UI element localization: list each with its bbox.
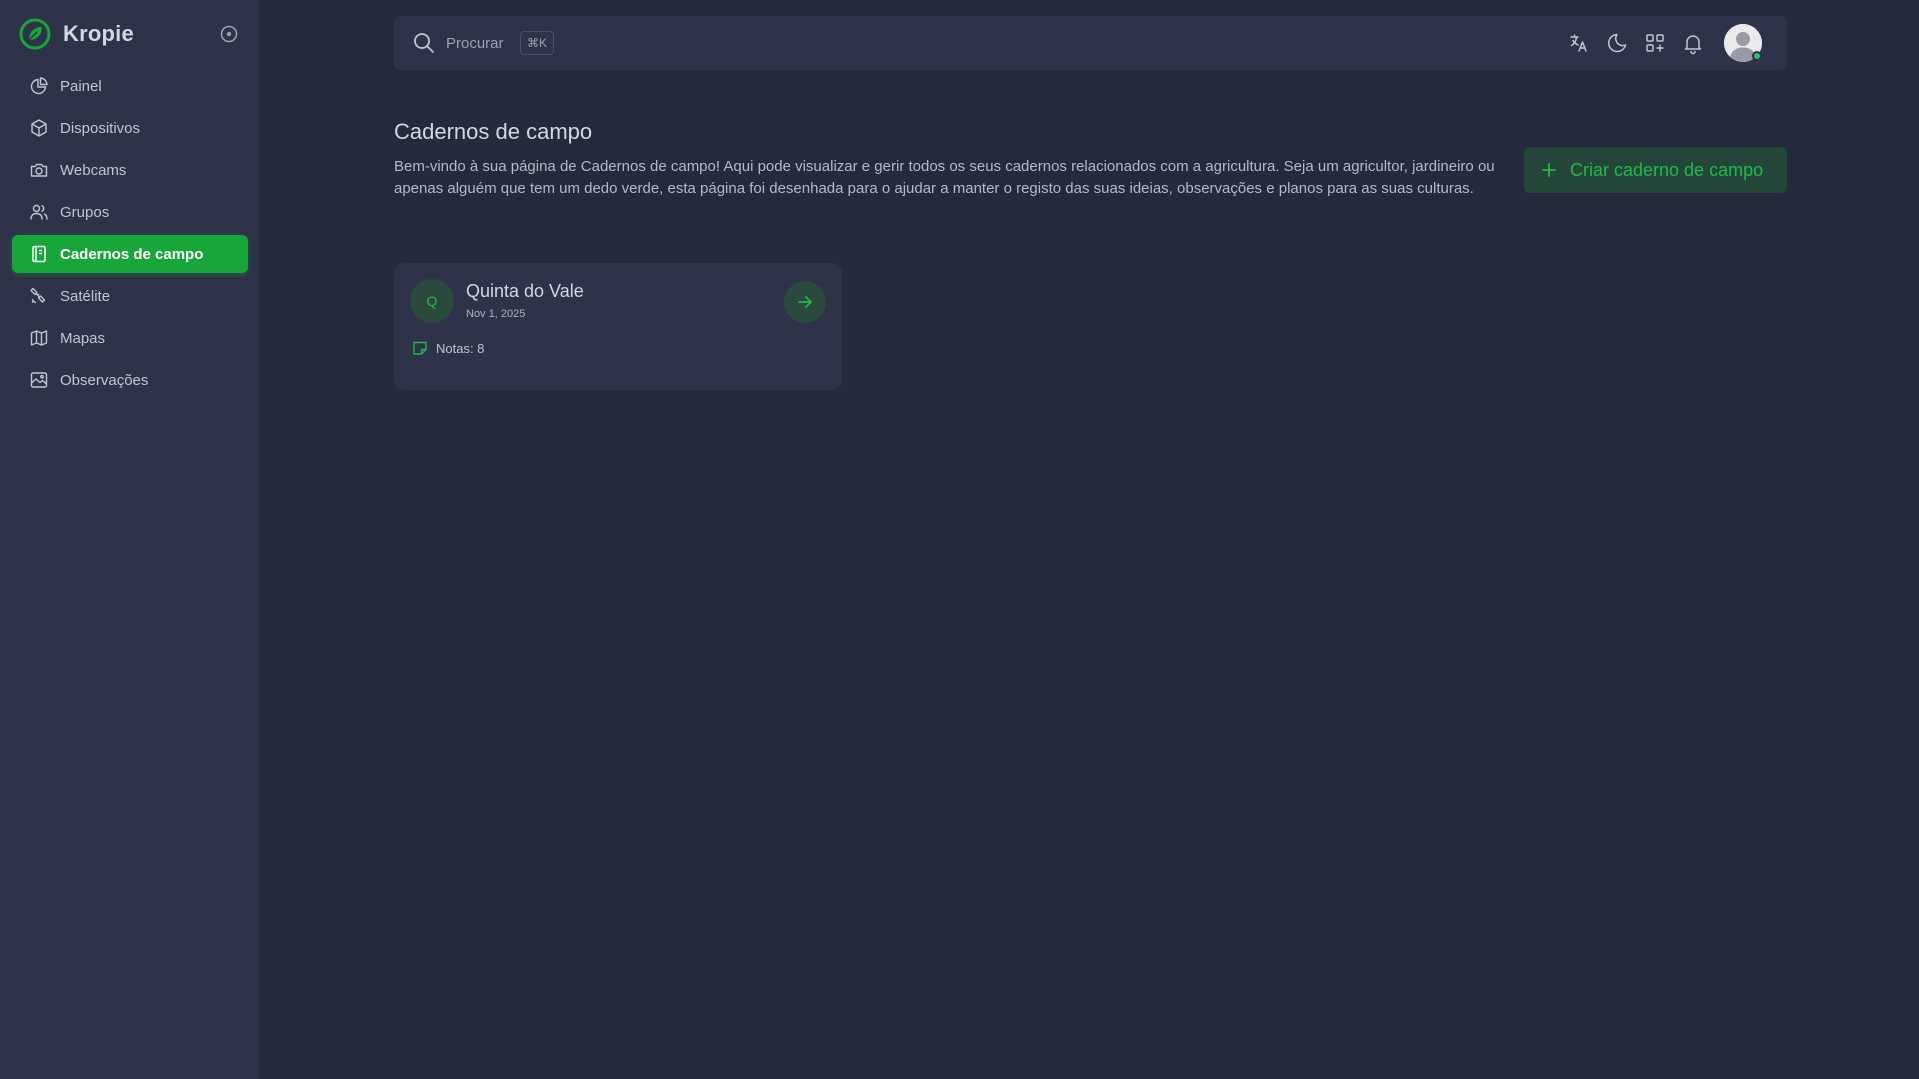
box-icon [29,118,49,138]
sidebar-item-mapas[interactable]: Mapas [12,319,248,357]
photo-icon [29,370,49,390]
sidebar-item-label: Painel [60,77,102,95]
users-icon [29,202,49,222]
page-title: Cadernos de campo [394,119,593,144]
search-shortcut-badge: ⌘K [520,31,555,55]
map-icon [29,328,49,348]
sidebar-item-label: Dispositivos [60,119,141,137]
sidebar-item-painel[interactable]: Painel [12,67,248,105]
note-icon [412,340,428,356]
apps-add-icon[interactable] [1643,31,1667,55]
sidebar-item-dispositivos[interactable]: Dispositivos [12,109,248,147]
sidebar-item-grupos[interactable]: Grupos [12,193,248,231]
sidebar-item-satelite[interactable]: Satélite [12,277,248,315]
online-status-indicator [1752,51,1762,61]
sidebar-item-cadernos-de-campo[interactable]: Cadernos de campo [12,235,248,273]
sidebar-item-label: Observações [60,371,149,389]
arrow-right-icon [798,296,812,308]
leaf-logo-icon [19,18,51,50]
collapse-sidebar-icon[interactable] [219,24,239,44]
brand[interactable]: Kropie [19,18,134,50]
moon-icon[interactable] [1605,31,1629,55]
create-button-label: Criar caderno de campo [1570,159,1764,180]
search-input[interactable] [446,28,526,58]
notebook-icon [29,244,49,264]
page-description: Bem-vindo à sua página de Cadernos de ca… [394,158,1495,197]
camera-icon [29,160,49,180]
sidebar-item-webcams[interactable]: Webcams [12,151,248,189]
brand-name: Kropie [63,21,134,46]
notebook-title: Quinta do Vale [466,281,584,301]
pie-chart-icon [29,76,49,96]
sidebar-item-label: Grupos [60,203,110,221]
open-notebook-button[interactable] [784,281,826,323]
sidebar-item-label: Webcams [60,161,127,179]
notebook-notes-count: Notas: 8 [412,340,484,356]
bell-icon[interactable] [1681,31,1705,55]
plus-icon [1540,161,1558,179]
notebook-card[interactable]: Q Quinta do Vale Nov 1, 2025 Notas: 8 [394,263,842,390]
satellite-icon [29,286,49,306]
sidebar-item-observacoes[interactable]: Observações [12,361,248,399]
create-field-notebook-button[interactable]: Criar caderno de campo [1524,147,1787,193]
notes-count-label: Notas: 8 [436,340,485,356]
sidebar-item-label: Mapas [60,329,106,347]
notebook-initial-avatar: Q [410,279,454,323]
sidebar-item-label: Cadernos de campo [60,245,204,263]
translate-icon[interactable] [1567,31,1591,55]
sidebar-item-label: Satélite [60,287,111,305]
notebook-date: Nov 1, 2025 [466,308,526,320]
sidebar-nav: Painel Dispositivos Webcams Grupos Cader… [12,67,248,403]
search-icon[interactable] [412,31,436,55]
sidebar: Kropie Painel Dispositivos Webcams Grupo… [0,0,259,1079]
top-navbar: ⌘K [394,16,1787,70]
